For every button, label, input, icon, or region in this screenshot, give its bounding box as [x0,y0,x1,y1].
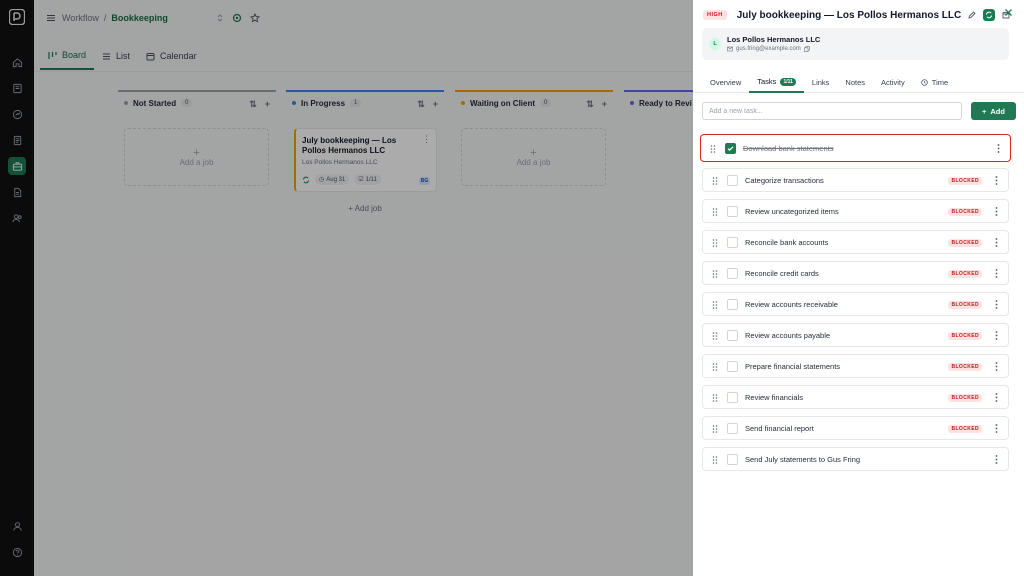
task-checkbox[interactable] [727,330,738,341]
task-label: Review uncategorized items [745,207,839,216]
panel-header: HIGH July bookkeeping — Los Pollos Herma… [703,7,1016,23]
mail-icon [727,46,733,52]
tab-label: Overview [710,78,742,87]
drag-handle-icon[interactable] [712,394,718,402]
drag-handle-icon[interactable] [710,145,716,153]
task-row[interactable]: Review uncategorized items BLOCKED [702,199,1009,223]
more-icon[interactable] [995,455,998,464]
task-row[interactable]: Send July statements to Gus Fring [702,447,1009,471]
tab-activity[interactable]: Activity [873,72,913,93]
task-label: Download bank statements [743,144,834,153]
edit-icon[interactable] [968,11,976,19]
tab-time[interactable]: Time [913,72,956,93]
more-icon[interactable] [995,393,998,402]
task-row[interactable]: Reconcile bank accounts BLOCKED [702,230,1009,254]
close-icon[interactable] [1004,8,1013,17]
new-task-input[interactable] [702,102,962,120]
task-checkbox[interactable] [727,361,738,372]
task-row[interactable]: Review accounts payable BLOCKED [702,323,1009,347]
blocked-badge: BLOCKED [948,270,982,278]
task-checkbox[interactable] [727,268,738,279]
blocked-badge: BLOCKED [948,177,982,185]
recurring-toggle-icon[interactable] [983,9,996,21]
more-icon[interactable] [995,300,998,309]
more-icon[interactable] [995,424,998,433]
task-label: Reconcile bank accounts [745,238,829,247]
drag-handle-icon[interactable] [712,332,718,340]
more-icon[interactable] [995,176,998,185]
client-email: gus.fring@example.com [736,46,801,52]
plus-icon: + [982,106,987,116]
blocked-badge: BLOCKED [948,425,982,433]
blocked-badge: BLOCKED [948,363,982,371]
drag-handle-icon[interactable] [712,270,718,278]
tasks-count-badge: 1/11 [780,77,796,86]
task-row[interactable]: Download bank statements [700,134,1011,162]
more-icon[interactable] [995,238,998,247]
tab-label: Links [811,78,830,87]
task-checkbox[interactable] [727,392,738,403]
task-checkbox[interactable] [727,299,738,310]
task-row[interactable]: Review financials BLOCKED [702,385,1009,409]
job-detail-panel: HIGH July bookkeeping — Los Pollos Herma… [693,0,1024,576]
task-checkbox[interactable] [727,206,738,217]
clock-icon [921,79,928,86]
drag-handle-icon[interactable] [712,363,718,371]
add-task-button[interactable]: + Add [971,102,1016,120]
tab-overview[interactable]: Overview [702,72,749,93]
drag-handle-icon[interactable] [712,301,718,309]
task-label: Send financial report [745,424,814,433]
drag-handle-icon[interactable] [712,239,718,247]
task-label: Review accounts payable [745,331,831,340]
copy-icon[interactable] [803,46,810,52]
panel-title: July bookkeeping — Los Pollos Hermanos L… [736,9,962,21]
task-row[interactable]: Categorize transactions BLOCKED [702,168,1009,192]
blocked-badge: BLOCKED [948,301,982,309]
panel-tabs: Overview Tasks 1/11 Links Notes Activity … [693,72,1024,93]
tab-tasks[interactable]: Tasks 1/11 [749,72,804,93]
tab-label: Activity [881,78,905,87]
client-avatar: L [709,38,721,50]
blocked-badge: BLOCKED [948,332,982,340]
task-checkbox[interactable] [727,175,738,186]
add-task-label: Add [990,106,1005,116]
more-icon[interactable] [997,144,1000,153]
task-label: Prepare financial statements [745,362,841,371]
drag-handle-icon[interactable] [712,425,718,433]
modal-backdrop[interactable] [0,0,693,576]
task-label: Send July statements to Gus Fring [745,455,861,464]
client-name: Los Pollos Hermanos LLC [727,35,821,44]
task-checkbox[interactable] [727,454,738,465]
task-row[interactable]: Review accounts receivable BLOCKED [702,292,1009,316]
task-checkbox[interactable] [727,237,738,248]
client-card[interactable]: L Los Pollos Hermanos LLC gus.fring@exam… [702,28,1009,60]
task-row[interactable]: Reconcile credit cards BLOCKED [702,261,1009,285]
drag-handle-icon[interactable] [712,456,718,464]
blocked-badge: BLOCKED [948,394,982,402]
tab-label: Time [931,78,949,87]
drag-handle-icon[interactable] [712,208,718,216]
more-icon[interactable] [995,269,998,278]
tab-notes[interactable]: Notes [837,72,873,93]
task-row[interactable]: Send financial report BLOCKED [702,416,1009,440]
more-icon[interactable] [995,331,998,340]
task-checkbox[interactable] [725,143,736,154]
tab-label: Tasks [757,77,777,86]
check-icon [727,146,734,152]
drag-handle-icon[interactable] [712,177,718,185]
task-label: Review accounts receivable [745,300,838,309]
client-email-row: gus.fring@example.com [727,46,810,52]
more-icon[interactable] [995,207,998,216]
task-row[interactable]: Prepare financial statements BLOCKED [702,354,1009,378]
blocked-badge: BLOCKED [948,239,982,247]
task-label: Reconcile credit cards [745,269,819,278]
more-icon[interactable] [995,362,998,371]
task-checkbox[interactable] [727,423,738,434]
blocked-badge: BLOCKED [948,208,982,216]
priority-badge: HIGH [703,10,727,20]
task-label: Categorize transactions [745,176,824,185]
tab-links[interactable]: Links [804,72,838,93]
task-label: Review financials [745,393,803,402]
tab-label: Notes [845,78,866,87]
